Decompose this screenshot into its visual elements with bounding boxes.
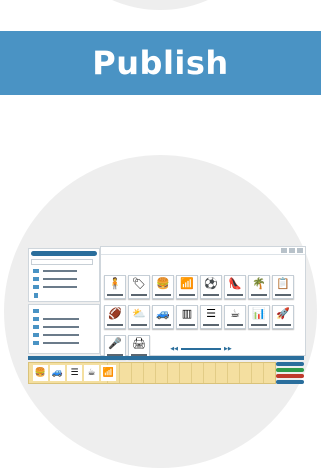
background-circle-top xyxy=(40,0,280,10)
palm-tree-icon[interactable]: 🌴 xyxy=(248,275,270,299)
rss-icon[interactable]: 📶 xyxy=(176,275,198,299)
timeline-slot xyxy=(167,363,168,383)
timeline-slot xyxy=(191,363,192,383)
side-action-blue-2[interactable] xyxy=(276,380,304,384)
rss-icon[interactable]: 📶 xyxy=(101,365,116,381)
folder-icon xyxy=(33,285,39,289)
timeline-slot xyxy=(263,363,264,383)
rocket-icon[interactable]: 🚀 xyxy=(272,305,294,329)
coffee-cup-icon[interactable]: ☕ xyxy=(84,365,99,381)
asset-label xyxy=(43,342,79,344)
folder-panel xyxy=(28,248,100,302)
next-page-button[interactable]: ▶▶ xyxy=(224,346,232,352)
asset-item[interactable] xyxy=(33,325,95,329)
content-panel: 🧍 🏷 🍔 📶 ⚽ 👠 🌴 📋 🏈 ⛅ 🚙 ▥ ☰ ☕ 📊 🚀 🎤 🖨 ◀◀ ▶▶ xyxy=(100,246,306,359)
timeline-slot xyxy=(131,363,132,383)
timeline-slot xyxy=(203,363,204,383)
high-heel-icon[interactable]: 👠 xyxy=(224,275,246,299)
asset-item[interactable] xyxy=(33,317,95,321)
folder-item[interactable] xyxy=(33,285,95,289)
folder-icon xyxy=(33,333,39,337)
bar-chart-icon[interactable]: 📊 xyxy=(248,305,270,329)
folder-icon xyxy=(33,269,39,273)
tag-icon[interactable]: 🏷 xyxy=(128,275,150,299)
asset-panel xyxy=(28,304,100,354)
list-icon[interactable]: ☰ xyxy=(67,365,82,381)
app-mockup: 🧍 🏷 🍔 📶 ⚽ 👠 🌴 📋 🏈 ⛅ 🚙 ▥ ☰ ☕ 📊 🚀 🎤 🖨 ◀◀ ▶▶ 🍔 🚙 ☰ ☕ 📶 xyxy=(28,246,306,386)
folder-label xyxy=(43,286,77,288)
timeline-slot xyxy=(251,363,252,383)
checklist-icon[interactable]: 📋 xyxy=(272,275,294,299)
view-grid-button[interactable] xyxy=(281,248,287,253)
side-action-blue[interactable] xyxy=(276,362,304,366)
side-action-red[interactable] xyxy=(276,374,304,378)
view-list-button[interactable] xyxy=(289,248,295,253)
folder-icon xyxy=(33,309,39,313)
folder-icon xyxy=(33,325,39,329)
pager-track[interactable] xyxy=(181,348,221,350)
timeline-slot xyxy=(155,363,156,383)
folder-item[interactable] xyxy=(33,269,95,273)
folder-label xyxy=(43,278,77,280)
coffee-cup-icon[interactable]: ☕ xyxy=(224,305,246,329)
asset-label xyxy=(43,318,79,320)
view-detail-button[interactable] xyxy=(297,248,303,253)
publish-banner: Publish xyxy=(0,31,321,95)
prev-page-button[interactable]: ◀◀ xyxy=(170,346,178,352)
timeline-header xyxy=(28,356,304,360)
weather-icon[interactable]: ⛅ xyxy=(128,305,150,329)
folder-icon xyxy=(33,277,39,281)
timeline-slot xyxy=(143,363,144,383)
side-action-green[interactable] xyxy=(276,368,304,372)
barcode-icon[interactable]: ▥ xyxy=(176,305,198,329)
publish-title: Publish xyxy=(92,44,229,82)
football-icon[interactable]: 🏈 xyxy=(104,305,126,329)
car-icon[interactable]: 🚙 xyxy=(50,365,65,381)
trash-icon xyxy=(34,293,38,298)
content-toolbar xyxy=(101,247,305,255)
burger-icon[interactable]: 🍔 xyxy=(33,365,48,381)
burger-icon[interactable]: 🍔 xyxy=(152,275,174,299)
folder-item[interactable] xyxy=(33,277,95,281)
timeline-slot xyxy=(119,363,120,383)
car-icon[interactable]: 🚙 xyxy=(152,305,174,329)
folder-icon xyxy=(33,341,39,345)
trash-item[interactable] xyxy=(33,293,95,298)
folder-icon xyxy=(33,317,39,321)
timeline-slot xyxy=(227,363,228,383)
asset-item[interactable] xyxy=(33,333,95,337)
folder-label xyxy=(43,270,77,272)
timeline-slot xyxy=(179,363,180,383)
timeline-slot xyxy=(215,363,216,383)
soccer-ball-icon[interactable]: ⚽ xyxy=(200,275,222,299)
search-input[interactable] xyxy=(31,259,93,265)
panel-header xyxy=(31,251,97,256)
asset-item[interactable] xyxy=(33,341,95,345)
pager: ◀◀ ▶▶ xyxy=(161,346,241,352)
person-icon[interactable]: 🧍 xyxy=(104,275,126,299)
list-icon[interactable]: ☰ xyxy=(200,305,222,329)
timeline-slot xyxy=(239,363,240,383)
asset-item[interactable] xyxy=(33,309,95,313)
asset-label xyxy=(43,334,79,336)
timeline-track[interactable]: 🍔 🚙 ☰ ☕ 📶 xyxy=(28,362,276,384)
asset-label xyxy=(43,326,79,328)
